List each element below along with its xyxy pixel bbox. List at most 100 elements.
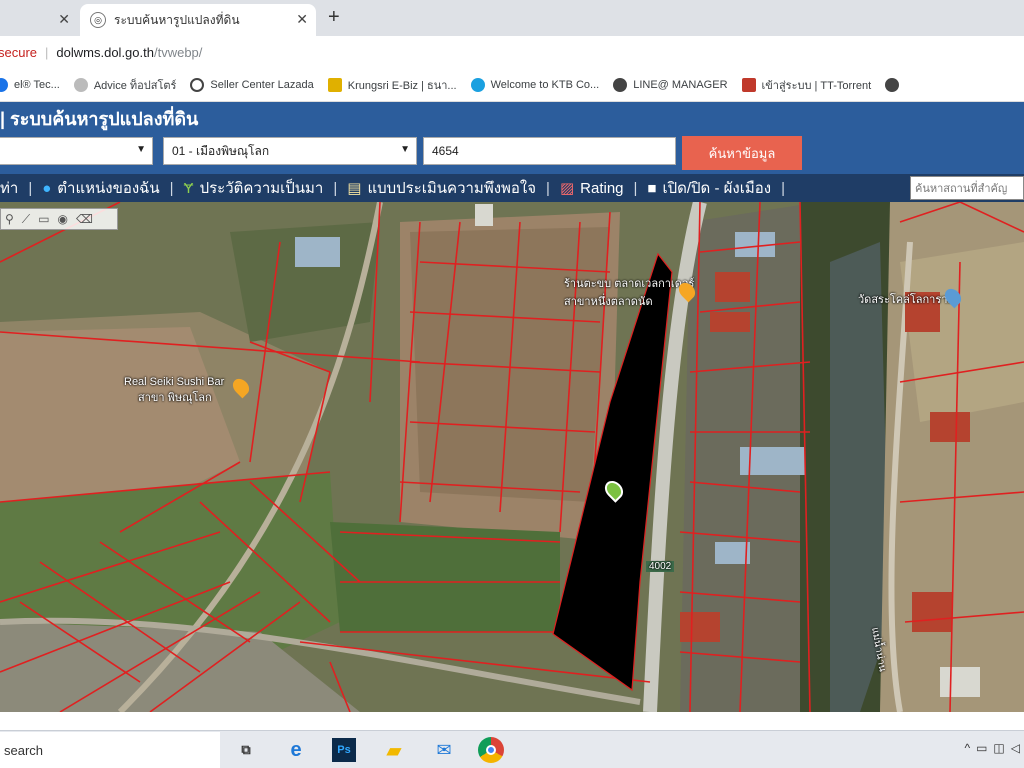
poi-label-text: Real Seiki Sushi Bar — [124, 376, 225, 388]
menu-item-label: ท่า — [0, 180, 19, 197]
page-title: | ระบบค้นหารูปแปลงที่ดิน — [0, 108, 199, 129]
taskbar-search-label: search — [4, 742, 44, 758]
poi-label-temple[interactable]: วัดสระโคล่โลการาม — [858, 290, 955, 308]
bookmark-icon — [190, 77, 205, 92]
location-pin-icon[interactable]: ⚲ — [5, 212, 14, 226]
bookmark-item[interactable]: Seller Center Lazada — [190, 77, 314, 92]
globe-icon — [885, 77, 900, 92]
bookmark-label: Krungsri E-Biz | ธนา... — [347, 79, 457, 92]
bookmark-item[interactable]: LINE@ MANAGER — [613, 77, 728, 92]
map-toolbar: ⚲ ⟋ ▭ ◉ ⌫ — [0, 208, 118, 230]
menu-item-my-location[interactable]: ● ตำแหน่งของฉัน — [42, 176, 159, 200]
poi-label-text: สาขา พิษณุโลก — [138, 392, 212, 404]
place-search-placeholder: ค้นหาสถานที่สำคัญ — [915, 183, 1008, 195]
menu-item-home[interactable]: ท่า — [0, 176, 18, 200]
line-measure-icon[interactable]: ⟋ — [22, 212, 30, 227]
edge-icon[interactable]: e — [282, 736, 310, 764]
browser-tab-inactive[interactable]: ✕ — [0, 4, 78, 36]
circle-tool-icon[interactable]: ◉ — [58, 212, 68, 226]
bookmark-label: Advice ท็อปสโตร์ — [93, 79, 177, 92]
menu-item-label: ตำแหน่งของฉัน — [57, 180, 160, 197]
network-icon[interactable]: ◫ — [993, 741, 1004, 755]
poi-label-text: ร้านตะขบ ตลาดเวลกาเดอร์ — [564, 278, 695, 290]
district-select-value: 01 - เมืองพิษณุโลก — [172, 143, 270, 158]
battery-icon[interactable]: ▭ — [976, 741, 987, 755]
poi-label-text: สาขาหนึ่งตลาดนัด — [564, 296, 653, 308]
task-view-icon[interactable]: ⧉ — [232, 736, 260, 764]
new-tab-button[interactable]: + — [328, 6, 340, 29]
sprout-icon: Ɏ — [183, 179, 194, 197]
browser-tab-active[interactable]: ◎ ระบบค้นหารูปแปลงที่ดิน ✕ — [80, 4, 316, 36]
bookmark-item[interactable]: Krungsri E-Biz | ธนา... — [327, 76, 457, 94]
url-path: /tvwebp/ — [153, 44, 203, 60]
address-separator: | — [45, 44, 49, 60]
taskbar-search[interactable]: search — [0, 732, 220, 768]
menu-divider: | — [546, 179, 550, 197]
chevron-up-icon[interactable]: ^ — [964, 741, 970, 755]
tab-close-icon[interactable]: ✕ — [58, 11, 70, 28]
bookmark-icon — [741, 77, 756, 92]
bookmark-icon — [73, 77, 88, 92]
bookmark-label: เข้าสู่ระบบ | TT-Torrent — [761, 79, 872, 92]
tab-title: ระบบค้นหารูปแปลงที่ดิน — [114, 12, 240, 27]
bookmark-label: el® Tec... — [14, 78, 60, 91]
menu-divider: | — [633, 179, 638, 197]
menu-divider: | — [781, 179, 785, 197]
taskbar: search ⧉ e Ps ▰ ✉ ^ ▭ ◫ ◁ — [0, 730, 1024, 768]
area-measure-icon[interactable]: ▭ — [38, 212, 49, 226]
menu-bar: ท่า | ● ตำแหน่งของฉัน | Ɏ ประวัติความเป็นม… — [0, 174, 1024, 202]
globe-icon — [613, 77, 628, 92]
checkbox-icon: ■ — [647, 179, 657, 197]
file-explorer-icon[interactable]: ▰ — [380, 736, 408, 764]
menu-divider: | — [28, 179, 33, 197]
clear-tool-icon[interactable]: ⌫ — [76, 212, 93, 226]
district-select[interactable]: 01 - เมืองพิษณุโลก ▼ — [163, 137, 417, 165]
menu-item-label: ประวัติความเป็นมา — [199, 180, 324, 197]
bookmark-icon — [327, 77, 342, 92]
bookmark-label: Welcome to KTB Co... — [490, 78, 600, 91]
app-header: | ระบบค้นหารูปแปลงที่ดิน — [0, 102, 1024, 134]
search-row: ▼ 01 - เมืองพิษณุโลก ▼ 4654 ค้นหาข้อมูล — [0, 134, 1024, 174]
chevron-down-icon: ▼ — [136, 144, 146, 155]
map-view[interactable]: ⚲ ⟋ ▭ ◉ ⌫ Real Seiki Sushi Bar สาขา พิษณ… — [0, 202, 1024, 712]
volume-icon[interactable]: ◁ — [1011, 741, 1020, 755]
menu-item-label: เปิด/ปิด - ผังเมือง — [662, 180, 772, 197]
bookmark-item[interactable]: Advice ท็อปสโตร์ — [73, 76, 177, 94]
chart-icon: ▨ — [559, 180, 575, 197]
menu-divider: | — [333, 179, 338, 197]
menu-item-survey[interactable]: ▤ แบบประเมินความพึงพอใจ — [347, 176, 536, 200]
bookmark-label: LINE@ MANAGER — [633, 78, 728, 91]
bookmark-item[interactable]: Welcome to KTB Co... — [470, 77, 600, 92]
chrome-center-icon — [486, 745, 496, 755]
poi-label-shop[interactable]: ร้านตะขบ ตลาดเวลกาเดอร์ สาขาหนึ่งตลาดนัด — [564, 274, 694, 310]
menu-item-toggle-cityplan[interactable]: ■ เปิด/ปิด - ผังเมือง — [647, 176, 771, 200]
url-host: dolwms.dol.go.th — [56, 44, 154, 60]
province-select[interactable]: ▼ — [0, 137, 153, 165]
bookmark-item[interactable] — [885, 77, 905, 92]
status-strip — [0, 712, 1024, 730]
bookmark-label: Seller Center Lazada — [210, 78, 314, 91]
globe-icon: ● — [42, 179, 52, 197]
security-indicator[interactable]: secure — [0, 45, 37, 60]
tab-close-icon[interactable]: ✕ — [296, 11, 308, 28]
chrome-icon[interactable] — [478, 737, 504, 763]
bookmark-icon — [0, 77, 8, 92]
place-search-input[interactable]: ค้นหาสถานที่สำคัญ — [910, 176, 1024, 200]
system-tray[interactable]: ^ ▭ ◫ ◁ — [964, 741, 1020, 755]
poi-label-sushi[interactable]: Real Seiki Sushi Bar สาขา พิษณุโลก — [124, 376, 224, 406]
search-button[interactable]: ค้นหาข้อมูล — [682, 136, 802, 170]
address-bar[interactable]: secure | dolwms.dol.go.th/tvwebp/ — [0, 36, 1024, 68]
menu-item-history[interactable]: Ɏ ประวัติความเป็นมา — [184, 176, 324, 200]
bookmark-icon — [470, 77, 485, 92]
document-icon: ▤ — [347, 180, 362, 197]
road-number-label: 4002 — [646, 561, 675, 572]
favicon-icon: ◎ — [90, 12, 106, 28]
menu-item-rating[interactable]: ▨ Rating — [559, 179, 624, 198]
photoshop-icon[interactable]: Ps — [332, 738, 356, 762]
bookmark-item[interactable]: el® Tec... — [0, 77, 60, 92]
parcel-number-input[interactable]: 4654 — [423, 137, 676, 165]
menu-item-label: Rating — [580, 179, 624, 197]
mail-icon[interactable]: ✉ — [430, 736, 458, 764]
browser-tab-strip: ✕ ◎ ระบบค้นหารูปแปลงที่ดิน ✕ + — [0, 0, 1024, 36]
bookmark-item[interactable]: เข้าสู่ระบบ | TT-Torrent — [741, 76, 872, 94]
